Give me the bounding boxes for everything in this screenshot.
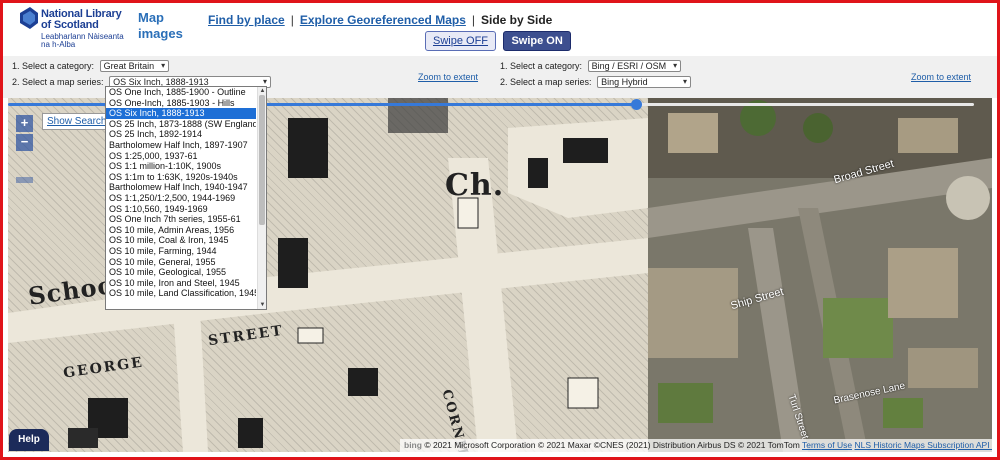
show-search-link[interactable]: Show Search (42, 113, 112, 130)
right-category-label: 1. Select a category: (500, 61, 583, 71)
dropdown-option[interactable]: OS One Inch 7th series, 1955-61 (106, 214, 256, 225)
dropdown-option[interactable]: OS 10 mile, Geological, 1955 (106, 267, 256, 278)
nls-api-link[interactable]: NLS Historic Maps Subscription API layer (854, 440, 992, 450)
app-title-line-2: images (138, 26, 183, 41)
left-category-row: 1. Select a category: Great Britain (12, 60, 170, 72)
dropdown-option[interactable]: OS One Inch, 1885-1900 - Outline (106, 87, 256, 98)
nls-logo-icon (20, 7, 38, 29)
historic-map-panel[interactable]: Ch. Schoo STREET GEORGE CORNMA (8, 98, 648, 452)
dropdown-option[interactable]: OS 25 Inch, 1873-1888 (SW England) (106, 119, 256, 130)
dropdown-option[interactable]: OS 1:1m to 1:63K, 1920s-1940s (106, 172, 256, 183)
left-series-label: 2. Select a map series: (12, 77, 104, 87)
dropdown-option[interactable]: OS 10 mile, Iron and Steel, 1945 (106, 278, 256, 289)
dropdown-option[interactable]: Bartholomew Half Inch, 1897-1907 (106, 140, 256, 151)
right-zoom-to-extent-link[interactable]: Zoom to extent (911, 72, 971, 82)
swipe-slider-fill (8, 103, 636, 106)
swipe-on-button[interactable]: Swipe ON (503, 31, 571, 51)
nav-find-by-place-link[interactable]: Find by place (208, 13, 285, 27)
satellite-map-panel[interactable]: Broad Street Ship Street Turl Street Bra… (648, 98, 992, 452)
app-title-line-1: Map (138, 10, 164, 25)
nav-separator: | (290, 13, 294, 27)
right-category-select[interactable]: Bing / ESRI / OSM (587, 60, 682, 72)
logo-sub-2: na h-Alba (41, 40, 76, 49)
scroll-up-icon[interactable]: ▲ (258, 87, 266, 95)
zoom-out-button[interactable]: − (16, 134, 33, 151)
nav-separator: | (471, 13, 475, 27)
nls-logo[interactable]: National Library of Scotland Leabharlann… (18, 7, 128, 53)
nav-current-page: Side by Side (481, 13, 553, 27)
map-label-church: Ch. (445, 168, 505, 203)
dropdown-scrollbar[interactable]: ▲ ▼ (257, 87, 266, 309)
swipe-toggle-group: Swipe OFF Swipe ON (425, 31, 574, 51)
dropdown-options: OS One Inch, 1885-1900 - Outline OS One-I… (106, 87, 266, 299)
swipe-slider-thumb[interactable] (631, 99, 642, 110)
logo-line-2: of Scotland (41, 19, 99, 31)
scroll-down-icon[interactable]: ▼ (258, 301, 266, 309)
help-button[interactable]: Help (9, 429, 49, 451)
right-category-row: 1. Select a category: Bing / ESRI / OSM (500, 60, 682, 72)
dropdown-option[interactable]: OS 25 Inch, 1892-1914 (106, 129, 256, 140)
dropdown-option[interactable]: OS 10 mile, Farming, 1944 (106, 246, 256, 257)
app-title[interactable]: Map images (138, 10, 183, 42)
dropdown-option[interactable]: OS One-Inch, 1885-1903 - Hills (106, 98, 256, 109)
terms-of-use-link[interactable]: Terms of Use (802, 440, 852, 450)
right-series-row: 2. Select a map series: Bing Hybrid (500, 76, 692, 88)
dropdown-option[interactable]: OS 10 mile, General, 1955 (106, 257, 256, 268)
map-series-dropdown-list[interactable]: OS One Inch, 1885-1900 - Outline OS One-I… (105, 86, 267, 310)
zoom-in-button[interactable]: + (16, 115, 33, 132)
left-category-select[interactable]: Great Britain (99, 60, 170, 72)
dropdown-option[interactable]: OS 1:10,560, 1949-1969 (106, 204, 256, 215)
dropdown-option[interactable]: OS 10 mile, Coal & Iron, 1945 (106, 235, 256, 246)
dropdown-option[interactable]: Bartholomew Half Inch, 1940-1947 (106, 182, 256, 193)
swipe-off-button[interactable]: Swipe OFF (425, 31, 497, 51)
bing-logo: bing (404, 440, 422, 450)
dropdown-option[interactable]: OS 1:25,000, 1937-61 (106, 151, 256, 162)
nav-explore-link[interactable]: Explore Georeferenced Maps (300, 13, 466, 27)
satellite-map-drawing (648, 98, 992, 452)
right-series-label: 2. Select a map series: (500, 77, 592, 87)
header: National Library of Scotland Leabharlann… (0, 0, 1000, 56)
dropdown-option[interactable]: OS 1:1 million-1:10K, 1900s (106, 161, 256, 172)
right-series-select[interactable]: Bing Hybrid (597, 76, 692, 88)
left-zoom-to-extent-link[interactable]: Zoom to extent (418, 72, 478, 82)
dropdown-scroll-thumb[interactable] (259, 95, 265, 225)
dropdown-option[interactable]: OS 10 mile, Land Classification, 1945 (106, 288, 256, 299)
dropdown-option[interactable]: OS Six Inch, 1888-1913 (106, 108, 256, 119)
dropdown-option[interactable]: OS 10 mile, Admin Areas, 1956 (106, 225, 256, 236)
attribution-text: © 2021 Microsoft Corporation © 2021 Maxa… (424, 440, 800, 450)
left-category-label: 1. Select a category: (12, 61, 95, 71)
dropdown-option[interactable]: OS 1:1,250/1:2,500, 1944-1969 (106, 193, 256, 204)
attribution-bar: bing © 2021 Microsoft Corporation © 2021… (400, 439, 992, 452)
zoom-slider-handle[interactable] (16, 177, 33, 183)
zoom-control: + − (16, 115, 33, 183)
top-nav: Find by place | Explore Georeferenced Maps… (208, 13, 552, 27)
